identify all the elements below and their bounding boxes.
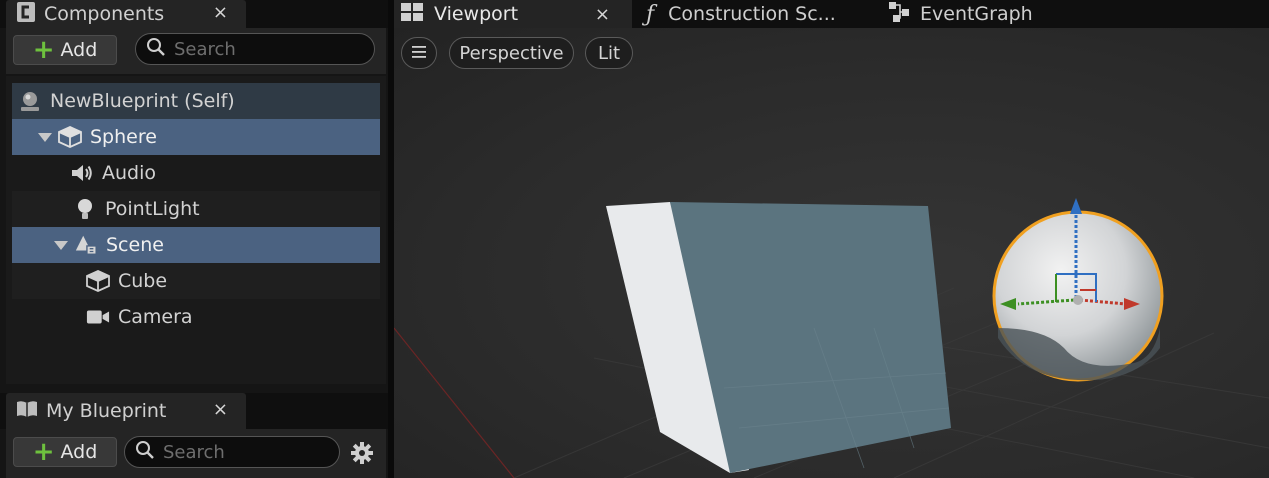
search-icon [135, 440, 155, 464]
scene-render [394, 198, 1269, 478]
tree-item-label: Sphere [90, 126, 157, 148]
expand-arrow-icon[interactable] [38, 132, 52, 142]
components-close-icon[interactable]: × [213, 0, 228, 28]
lit-button[interactable]: Lit [585, 37, 633, 69]
book-icon [16, 400, 38, 423]
viewport-tab-label: Viewport [434, 3, 519, 25]
plus-icon: + [32, 437, 55, 467]
myblueprint-tab-bar: My Blueprint × [0, 393, 388, 429]
tab-event-graph[interactable]: EventGraph [888, 0, 1088, 28]
myblueprint-tab-title: My Blueprint [46, 400, 167, 422]
tree-item-self[interactable]: NewBlueprint (Self) [12, 83, 380, 119]
function-icon: ƒ [646, 1, 655, 27]
tree-item-cube[interactable]: Cube [12, 263, 380, 299]
viewport-options-button[interactable] [401, 37, 437, 69]
tree-item-label: Camera [118, 306, 193, 328]
event-graph-icon [888, 1, 910, 28]
tree-item-scene[interactable]: Scene [12, 227, 380, 263]
tree-item-label: Audio [102, 162, 157, 184]
components-icon [16, 1, 36, 28]
components-add-button[interactable]: + Add [13, 35, 117, 65]
tab-viewport[interactable]: Viewport × [394, 0, 632, 28]
tree-item-label: PointLight [105, 198, 200, 220]
plus-icon: + [32, 35, 55, 65]
components-tab-bar: Components × [0, 0, 388, 28]
tab-components[interactable]: Components × [6, 0, 246, 28]
tree-item-camera[interactable]: Camera [12, 299, 380, 335]
tree-item-label: NewBlueprint (Self) [50, 90, 235, 112]
viewport-canvas[interactable]: Perspective Lit [394, 28, 1269, 478]
static-mesh-icon [58, 125, 82, 149]
tree-item-audio[interactable]: Audio [12, 155, 380, 191]
editor-tab-bar: Viewport × ƒ Construction Sc... EventGra… [394, 0, 1269, 28]
perspective-button[interactable]: Perspective [449, 37, 574, 69]
myblueprint-add-label: Add [60, 441, 98, 463]
components-search-input[interactable] [174, 38, 354, 60]
eventgraph-tab-label: EventGraph [920, 3, 1033, 25]
left-column: Components × + Add NewBlueprint (Self) [0, 0, 388, 478]
scene-component-icon [74, 233, 98, 257]
myblueprint-search-input[interactable] [163, 441, 323, 463]
blueprint-self-icon [18, 89, 42, 113]
point-light-icon [73, 197, 97, 221]
viewport-icon [400, 2, 424, 27]
hamburger-menu-icon [411, 43, 427, 64]
myblueprint-add-button[interactable]: + Add [13, 437, 117, 467]
components-toolbar: + Add [6, 28, 386, 74]
tree-item-label: Scene [106, 234, 164, 256]
tree-item-label: Cube [118, 270, 168, 292]
tree-item-sphere[interactable]: Sphere [12, 119, 380, 155]
tab-construction-script[interactable]: ƒ Construction Sc... [646, 0, 876, 28]
components-tab-title: Components [44, 3, 165, 25]
tab-my-blueprint[interactable]: My Blueprint × [6, 393, 246, 429]
static-mesh-icon [86, 269, 110, 293]
camera-icon [86, 305, 110, 329]
components-tree: NewBlueprint (Self) Sphere Audio PointLi… [6, 76, 386, 384]
search-icon [146, 37, 166, 61]
audio-icon [70, 161, 94, 185]
components-add-label: Add [60, 39, 98, 61]
myblueprint-close-icon[interactable]: × [213, 393, 228, 429]
tree-item-pointlight[interactable]: PointLight [12, 191, 380, 227]
myblueprint-toolbar: + Add [6, 429, 386, 478]
gear-icon[interactable] [350, 441, 374, 469]
expand-arrow-icon[interactable] [54, 240, 68, 250]
myblueprint-search [124, 436, 340, 468]
viewport-close-icon[interactable]: × [595, 4, 610, 25]
construction-tab-label: Construction Sc... [668, 3, 836, 25]
components-search [135, 33, 375, 65]
